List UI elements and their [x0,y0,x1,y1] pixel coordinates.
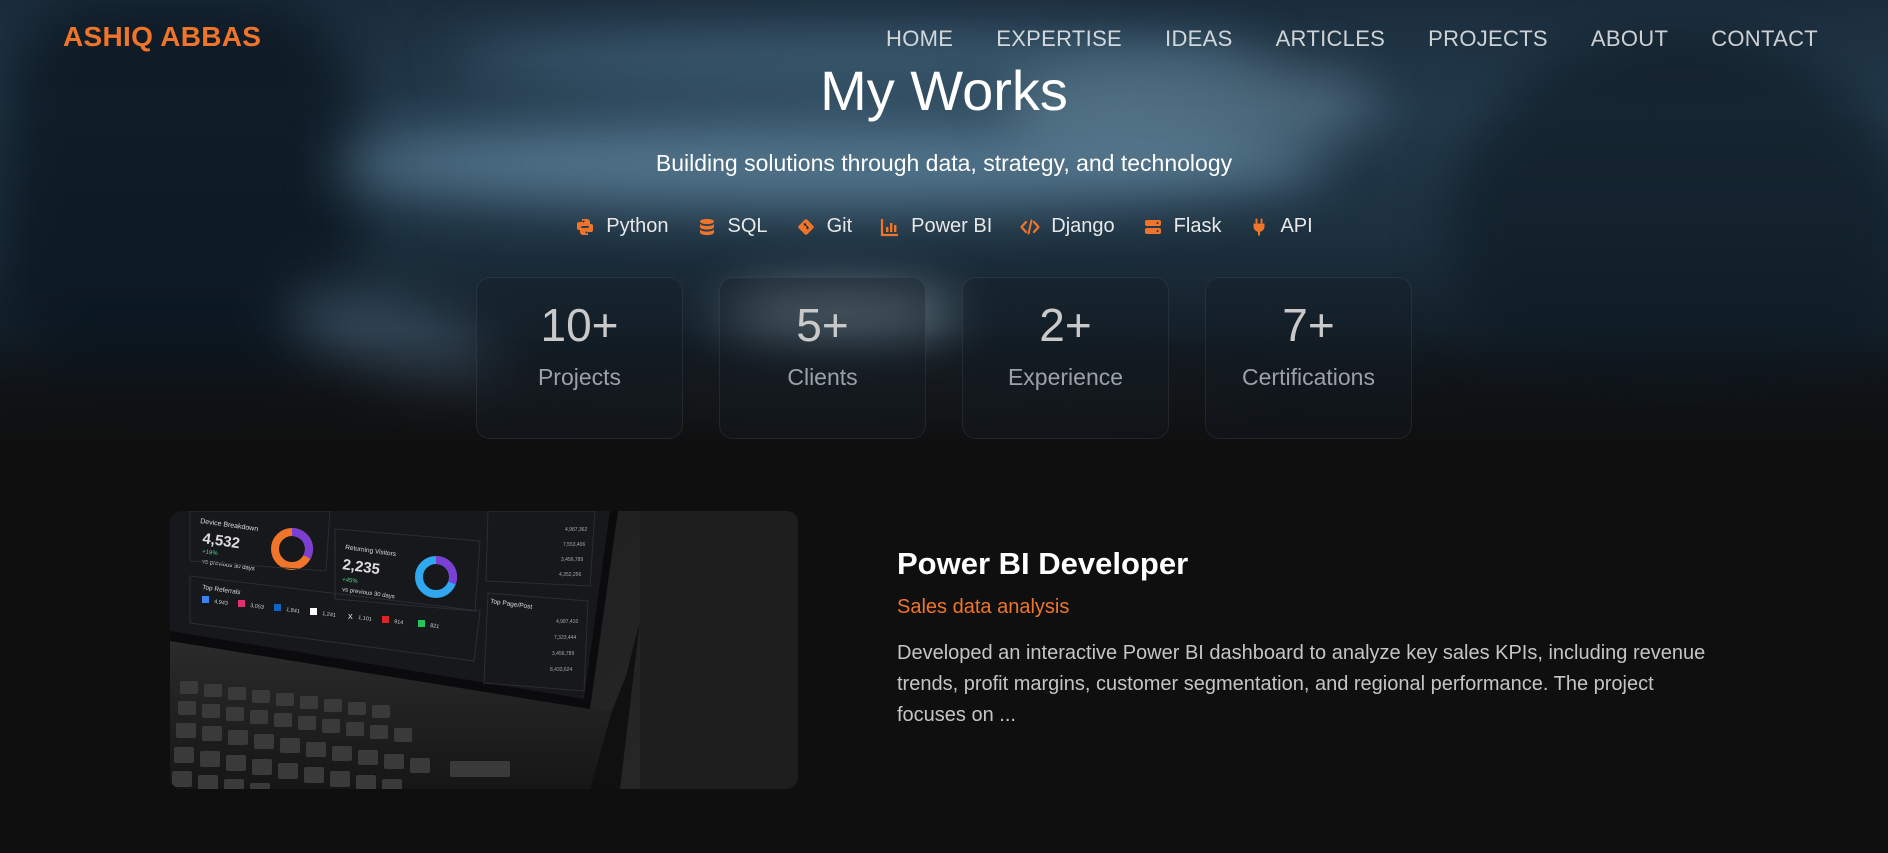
chart-icon [881,218,899,236]
stat-value: 5+ [796,299,849,351]
stat-card-experience: 2+ Experience [962,277,1169,439]
page-value: 8,433,624 [550,667,572,673]
tech-git: Git [796,215,853,238]
git-icon [797,218,814,235]
project-thumbnail[interactable]: Device Breakdown 4,532 +19% vs previous … [170,511,798,789]
nav-contact[interactable]: CONTACT [1711,26,1818,52]
project-title[interactable]: Power BI Developer [897,546,1188,582]
tech-label: Git [826,215,853,237]
tech-label: Python [606,215,669,237]
metric-value: 4,987,362 [565,527,587,533]
project-subtitle: Sales data analysis [897,596,1070,618]
code-icon [1020,219,1040,234]
stat-value: 10+ [540,299,619,351]
tech-label: SQL [727,215,768,237]
laptop-dashboard-illustration: Device Breakdown 4,532 +19% vs previous … [170,511,798,789]
nav-expertise[interactable]: EXPERTISE [996,26,1122,52]
tech-label: Django [1051,215,1115,237]
tech-django: Django [1020,215,1115,238]
page-value: 3,456,789 [552,651,574,657]
stat-label: Certifications [1242,364,1375,390]
stat-label: Experience [1007,364,1124,390]
stat-card-projects: 10+ Projects [476,277,683,439]
tech-label: API [1280,215,1313,237]
stat-value: 2+ [1039,299,1092,351]
metric-value: 4,352,256 [559,572,581,578]
nav-projects[interactable]: PROJECTS [1428,26,1548,52]
tech-label: Power BI [911,215,993,237]
nav-home[interactable]: HOME [886,26,953,52]
page-value: 4,987,410 [556,619,578,625]
plug-icon [1253,218,1265,235]
page-value: 7,323,444 [554,635,576,641]
referral-value: 914 [394,619,404,626]
tech-powerbi: Power BI [880,215,992,238]
metric-value: 7,553,406 [563,542,585,548]
x-icon: X [348,614,353,621]
metric-value: 3,456,789 [561,557,583,563]
project-description: Developed an interactive Power BI dashbo… [897,642,1706,726]
stat-card-clients: 5+ Clients [719,277,926,439]
referral-value: 821 [430,623,440,630]
tech-stack-list: Python SQL Git Power BI Django Flask API [0,215,1888,238]
tech-api: API [1249,215,1313,238]
stats-row: 10+ Projects 5+ Clients 2+ Experience 7+… [476,277,1412,439]
nav-ideas[interactable]: IDEAS [1165,26,1233,52]
stat-card-certifications: 7+ Certifications [1205,277,1412,439]
site-logo[interactable]: ASHIQ ABBAS [63,21,261,53]
nav-articles[interactable]: ARTICLES [1276,26,1386,52]
page-subtitle: Building solutions through data, strateg… [655,150,1233,176]
page-title: My Works [820,59,1068,122]
stat-label: Clients [787,364,858,390]
tech-label: Flask [1173,215,1222,237]
python-icon [577,218,594,235]
tech-sql: SQL [697,215,768,238]
database-icon [699,218,714,235]
tech-python: Python [575,215,669,238]
tech-flask: Flask [1143,215,1222,238]
server-icon [1144,219,1161,234]
main-nav: HOME EXPERTISE IDEAS ARTICLES PROJECTS A… [886,26,1818,52]
nav-about[interactable]: ABOUT [1591,26,1668,52]
stat-value: 7+ [1282,299,1335,351]
stat-label: Projects [537,364,622,390]
